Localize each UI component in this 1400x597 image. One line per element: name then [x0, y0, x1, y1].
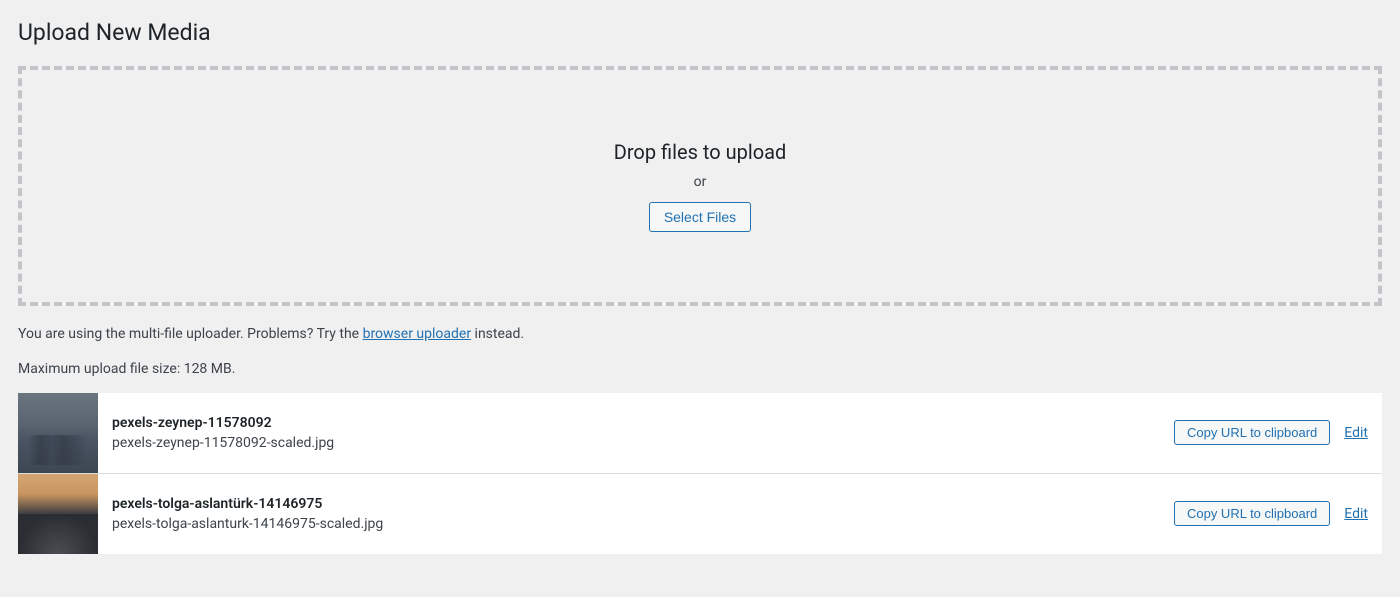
help-suffix: instead. — [471, 326, 524, 342]
media-thumbnail — [18, 393, 98, 473]
media-title: pexels-zeynep-11578092 — [112, 415, 1160, 431]
dropzone-heading: Drop files to upload — [42, 140, 1358, 164]
browser-uploader-link[interactable]: browser uploader — [363, 326, 472, 342]
media-item: pexels-tolga-aslantürk-14146975 pexels-t… — [18, 474, 1382, 554]
edit-link[interactable]: Edit — [1344, 425, 1368, 441]
media-info: pexels-zeynep-11578092 pexels-zeynep-115… — [98, 415, 1174, 451]
media-actions: Copy URL to clipboard Edit — [1174, 420, 1382, 445]
media-filename: pexels-tolga-aslanturk-14146975-scaled.j… — [112, 516, 1160, 532]
copy-url-button[interactable]: Copy URL to clipboard — [1174, 420, 1330, 445]
uploader-help-text: You are using the multi-file uploader. P… — [18, 324, 1382, 345]
upload-dropzone[interactable]: Drop files to upload or Select Files — [18, 66, 1382, 306]
media-thumbnail — [18, 474, 98, 554]
edit-link[interactable]: Edit — [1344, 506, 1368, 522]
media-item: pexels-zeynep-11578092 pexels-zeynep-115… — [18, 393, 1382, 474]
media-info: pexels-tolga-aslantürk-14146975 pexels-t… — [98, 496, 1174, 532]
select-files-button[interactable]: Select Files — [649, 202, 751, 232]
help-prefix: You are using the multi-file uploader. P… — [18, 326, 363, 342]
dropzone-or-text: or — [42, 174, 1358, 190]
media-actions: Copy URL to clipboard Edit — [1174, 501, 1382, 526]
media-title: pexels-tolga-aslantürk-14146975 — [112, 496, 1160, 512]
media-filename: pexels-zeynep-11578092-scaled.jpg — [112, 435, 1160, 451]
max-upload-size: Maximum upload file size: 128 MB. — [18, 361, 1382, 377]
copy-url-button[interactable]: Copy URL to clipboard — [1174, 501, 1330, 526]
page-title: Upload New Media — [18, 18, 1382, 48]
uploaded-media-list: pexels-zeynep-11578092 pexels-zeynep-115… — [18, 393, 1382, 554]
